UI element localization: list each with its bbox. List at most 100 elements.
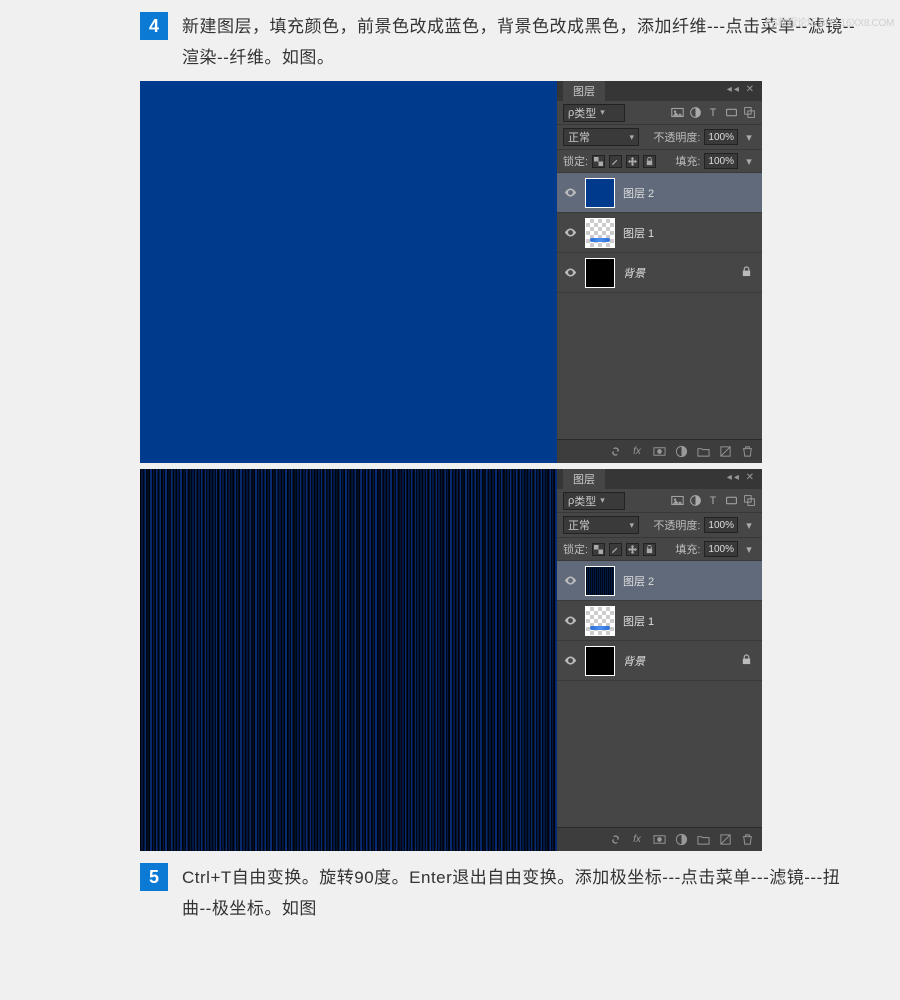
fx-icon[interactable]: fx [630,445,644,459]
figure-step4-after: 图层 ◂◂ ✕ ρ 类型 T 正常 不透明度: 100% ▾ 锁定: 填 [140,469,762,851]
opacity-label: 不透明度: [653,129,700,145]
lock-icon [741,652,752,670]
filter-kind-select[interactable]: ρ 类型 [563,492,625,510]
layers-tab[interactable]: 图层 [563,81,605,101]
filter-row: ρ 类型 T [557,101,762,125]
lock-all-icon[interactable] [643,155,656,168]
filter-image-icon[interactable] [670,494,684,508]
filter-text-icon[interactable]: T [706,494,720,508]
watermark: PS教程论坛 BBS.16XX8.COM [765,14,894,29]
layers-footer: fx [557,827,762,851]
opacity-chevron-icon[interactable]: ▾ [742,130,756,144]
layers-panel: 图层 ◂◂ ✕ ρ 类型 T 正常 不透明度: 100% ▾ 锁定: 填 [557,81,762,463]
trash-icon[interactable] [740,445,754,459]
layer-2-row[interactable]: 图层 2 [557,173,762,213]
lock-all-icon[interactable] [643,543,656,556]
layer-1-name: 图层 1 [623,225,654,241]
layer-bg-thumb [585,258,615,288]
panel-tabbar: 图层 ◂◂ ✕ [557,469,762,489]
layer-bg-row[interactable]: 背景 [557,253,762,293]
layer-1-thumb [585,606,615,636]
layers-tab[interactable]: 图层 [563,469,605,489]
filter-smart-icon[interactable] [742,494,756,508]
layer-2-row[interactable]: 图层 2 [557,561,762,601]
mask-icon[interactable] [652,445,666,459]
layer-bg-name: 背景 [623,653,645,669]
canvas-fiber [140,469,557,851]
visibility-icon[interactable] [557,188,583,197]
filter-adjust-icon[interactable] [688,106,702,120]
layer-bg-name: 背景 [623,265,645,281]
lock-transparent-icon[interactable] [592,155,605,168]
canvas-solid-blue [140,81,557,463]
step-4: 4 新建图层，填充颜色，前景色改成蓝色，背景色改成黑色，添加纤维---点击菜单-… [140,12,860,73]
fill-label: 填充: [675,541,700,557]
visibility-icon[interactable] [557,268,583,277]
fill-chevron-icon[interactable]: ▾ [742,542,756,556]
adjustment-icon[interactable] [674,833,688,847]
filter-shape-icon[interactable] [724,106,738,120]
blend-row: 正常 不透明度: 100% ▾ [557,513,762,537]
layer-2-thumb [585,566,615,596]
layer-2-thumb [585,178,615,208]
filter-text-icon[interactable]: T [706,106,720,120]
layer-bg-thumb [585,646,615,676]
lock-paint-icon[interactable] [609,543,622,556]
lock-move-icon[interactable] [626,543,639,556]
layers-list: 图层 2 图层 1 背景 [557,173,762,439]
layers-list: 图层 2 图层 1 背景 [557,561,762,827]
visibility-icon[interactable] [557,656,583,665]
blend-mode-select[interactable]: 正常 [563,128,639,146]
opacity-value[interactable]: 100% [704,129,738,145]
link-icon[interactable] [608,833,622,847]
trash-icon[interactable] [740,833,754,847]
fill-chevron-icon[interactable]: ▾ [742,154,756,168]
filter-kind-select[interactable]: ρ 类型 [563,104,625,122]
panel-window-controls[interactable]: ◂◂ ✕ [727,84,756,95]
fill-label: 填充: [675,153,700,169]
panel-window-controls[interactable]: ◂◂ ✕ [727,472,756,483]
filter-icons: T [670,106,756,120]
layers-panel-2: 图层 ◂◂ ✕ ρ 类型 T 正常 不透明度: 100% ▾ 锁定: 填 [557,469,762,851]
lock-transparent-icon[interactable] [592,543,605,556]
step-bullet-5: 5 [140,863,168,891]
layer-1-thumb [585,218,615,248]
fx-icon[interactable]: fx [630,833,644,847]
filter-image-icon[interactable] [670,106,684,120]
new-layer-icon[interactable] [718,445,732,459]
link-icon[interactable] [608,445,622,459]
lock-move-icon[interactable] [626,155,639,168]
filter-shape-icon[interactable] [724,494,738,508]
lock-paint-icon[interactable] [609,155,622,168]
opacity-label: 不透明度: [653,517,700,533]
layer-bg-row[interactable]: 背景 [557,641,762,681]
filter-adjust-icon[interactable] [688,494,702,508]
figure-step4-before: 图层 ◂◂ ✕ ρ 类型 T 正常 不透明度: 100% ▾ 锁定: 填 [140,81,762,463]
group-icon[interactable] [696,833,710,847]
lock-row: 锁定: 填充: 100% ▾ [557,537,762,561]
panel-tabbar: 图层 ◂◂ ✕ [557,81,762,101]
layer-1-row[interactable]: 图层 1 [557,213,762,253]
layers-footer: fx [557,439,762,463]
visibility-icon[interactable] [557,616,583,625]
blend-mode-select[interactable]: 正常 [563,516,639,534]
opacity-chevron-icon[interactable]: ▾ [742,518,756,532]
fill-value[interactable]: 100% [704,541,738,557]
step-5-text: Ctrl+T自由变换。旋转90度。Enter退出自由变换。添加极坐标---点击菜… [182,863,860,924]
visibility-icon[interactable] [557,576,583,585]
filter-icons: T [670,494,756,508]
new-layer-icon[interactable] [718,833,732,847]
fill-value[interactable]: 100% [704,153,738,169]
lock-icon [741,264,752,282]
lock-label: 锁定: [563,153,588,169]
filter-row: ρ 类型 T [557,489,762,513]
opacity-value[interactable]: 100% [704,517,738,533]
adjustment-icon[interactable] [674,445,688,459]
visibility-icon[interactable] [557,228,583,237]
mask-icon[interactable] [652,833,666,847]
lock-row: 锁定: 填充: 100% ▾ [557,149,762,173]
filter-smart-icon[interactable] [742,106,756,120]
group-icon[interactable] [696,445,710,459]
blend-row: 正常 不透明度: 100% ▾ [557,125,762,149]
layer-1-row[interactable]: 图层 1 [557,601,762,641]
